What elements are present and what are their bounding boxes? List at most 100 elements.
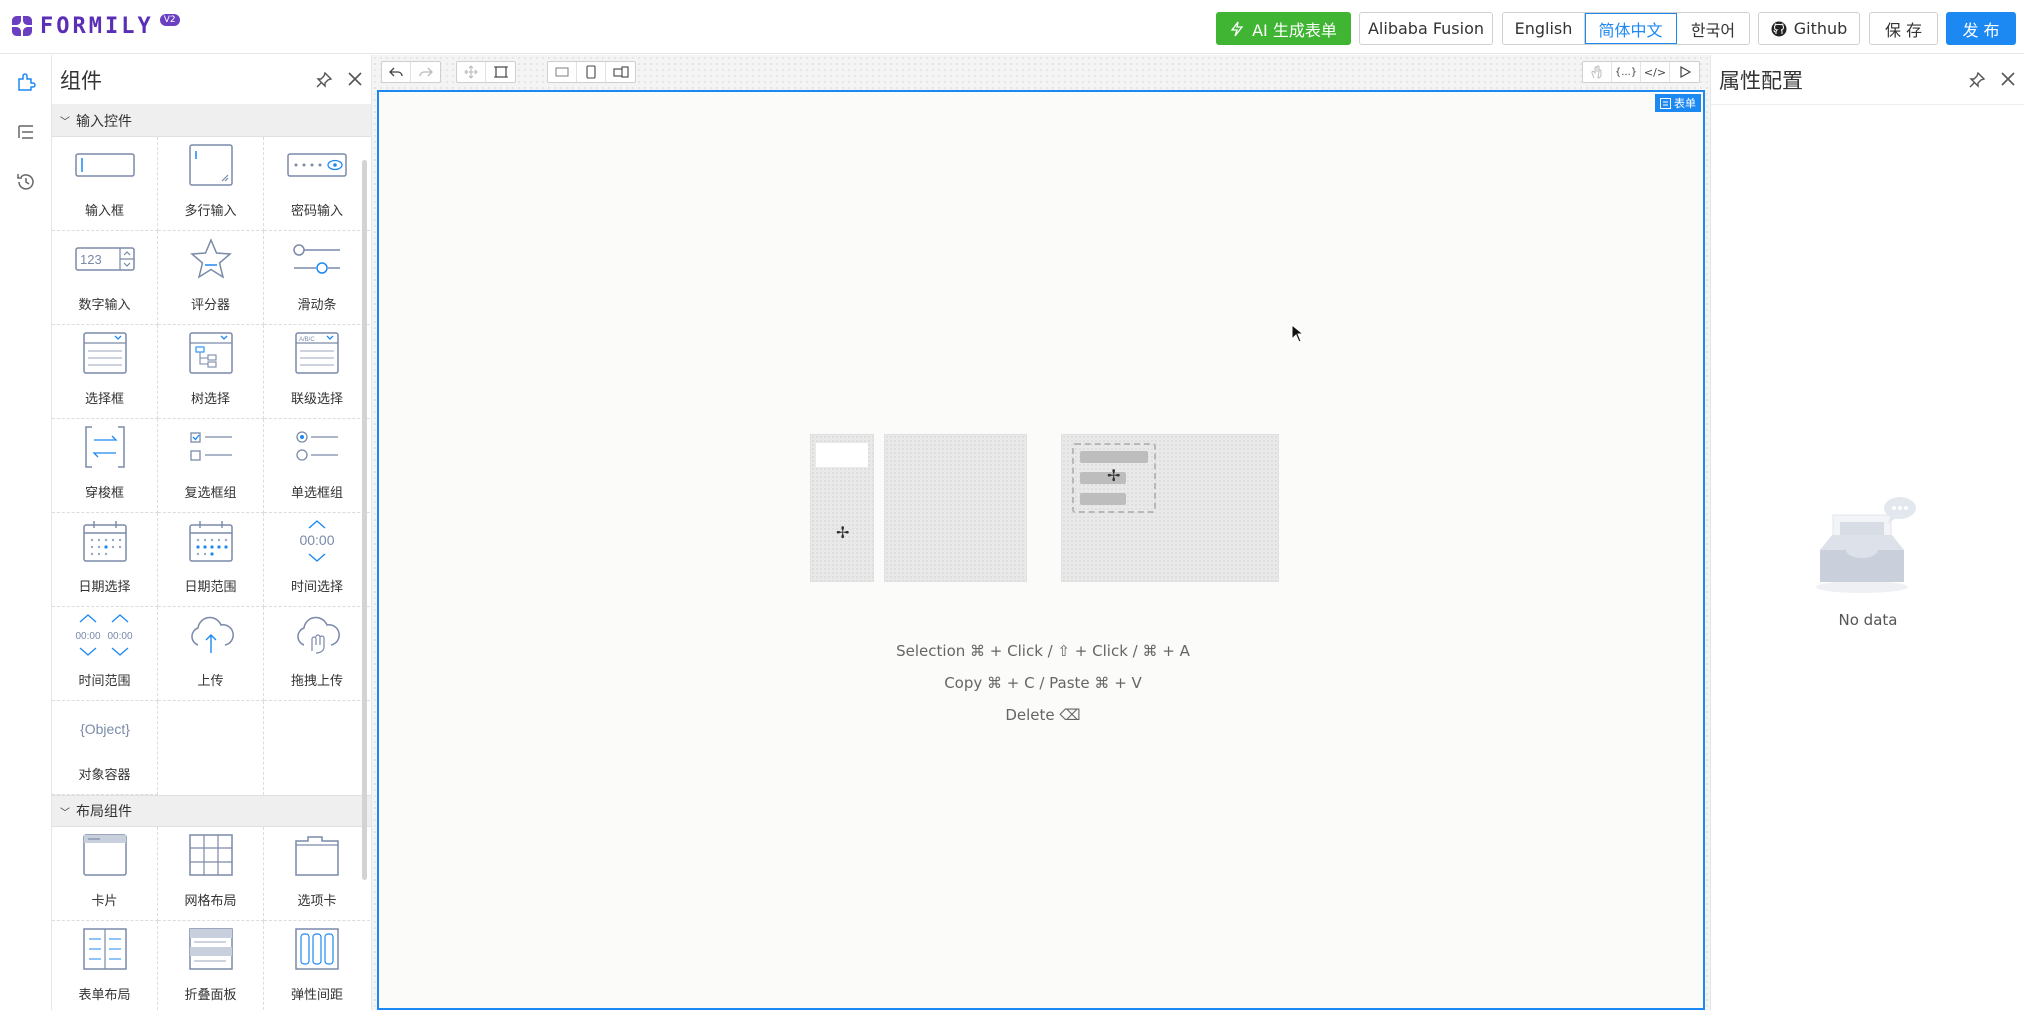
- json-view-button[interactable]: {...}: [1612, 62, 1641, 82]
- lang-korean[interactable]: 한국어: [1677, 13, 1749, 44]
- component-date-range[interactable]: 日期范围: [158, 513, 264, 607]
- hint-selection: Selection ⌘ + Click / ⇧ + Click / ⌘ + A: [896, 642, 1190, 660]
- component-slider[interactable]: 滑动条: [264, 231, 370, 325]
- component-form-layout[interactable]: 表单布局: [52, 921, 158, 1010]
- github-button[interactable]: Github: [1758, 12, 1860, 45]
- slider-icon: [286, 236, 348, 282]
- input-icon: [74, 142, 136, 188]
- view-controls: {...} </>: [1582, 61, 1700, 83]
- component-cascader[interactable]: A/B/C 联级选择: [264, 325, 370, 419]
- form-layout-icon: [74, 926, 136, 972]
- empty-cell: [264, 701, 370, 795]
- component-label: 表单布局: [78, 988, 131, 1003]
- selection-marquee: ✢: [1072, 443, 1156, 513]
- form-canvas[interactable]: 表单 ✢ ✢ Selection ⌘ + Click / ⇧ + Click /…: [377, 90, 1705, 1010]
- component-transfer[interactable]: 穿梭框: [52, 419, 158, 513]
- component-label: 输入框: [84, 204, 124, 219]
- placeholder-drop-area: [884, 434, 1027, 582]
- component-panel-header: 组件: [52, 55, 371, 105]
- component-label: 网格布局: [184, 894, 237, 909]
- time-range-icon: 00:00 00:00: [74, 612, 136, 658]
- checkbox-group-icon: [180, 424, 242, 470]
- move-tool-button[interactable]: [457, 62, 486, 82]
- component-time-range[interactable]: 00:00 00:00 时间范围: [52, 607, 158, 701]
- component-number[interactable]: 123 数字输入: [52, 231, 158, 325]
- component-radio-group[interactable]: 单选框组: [264, 419, 370, 513]
- component-label: 复选框组: [184, 486, 237, 501]
- code-icon: </>: [1643, 65, 1667, 79]
- svg-text:00:00: 00:00: [107, 631, 132, 642]
- fusion-button-label: Alibaba Fusion: [1367, 19, 1485, 38]
- mobile-screen-button[interactable]: [577, 62, 606, 82]
- publish-button[interactable]: 发 布: [1946, 12, 2016, 45]
- component-object[interactable]: {Object} 对象容器: [52, 701, 158, 795]
- undo-button[interactable]: [382, 62, 411, 82]
- activity-outline[interactable]: [13, 119, 39, 145]
- activity-history[interactable]: [13, 169, 39, 195]
- component-space[interactable]: 弹性间距: [264, 921, 370, 1010]
- save-button-label: 保 存: [1884, 20, 1923, 40]
- save-button[interactable]: 保 存: [1869, 12, 1938, 45]
- component-time-picker[interactable]: 00:00 时间选择: [264, 513, 370, 607]
- password-icon: [286, 142, 348, 188]
- lang-chinese[interactable]: 简体中文: [1585, 13, 1677, 44]
- group-title-layout-label: 布局组件: [76, 804, 132, 820]
- radio-group-icon: [286, 424, 348, 470]
- group-title-layout[interactable]: ﹀ 布局组件: [52, 795, 371, 827]
- component-grid[interactable]: 网格布局: [158, 827, 264, 921]
- component-checkbox-group[interactable]: 复选框组: [158, 419, 264, 513]
- panel-scrollbar[interactable]: [362, 160, 367, 880]
- component-label: 时间选择: [290, 580, 343, 595]
- history-icon: [17, 174, 34, 190]
- code-view-button[interactable]: </>: [1641, 62, 1670, 82]
- component-label: 卡片: [91, 894, 118, 909]
- pin-icon[interactable]: [1968, 71, 1986, 89]
- component-card[interactable]: 卡片: [52, 827, 158, 921]
- group-title-input[interactable]: ﹀ 输入控件: [52, 105, 371, 137]
- component-upload[interactable]: 上传: [158, 607, 264, 701]
- hint-delete: Delete ⌫: [1005, 706, 1081, 724]
- close-icon[interactable]: [347, 71, 363, 87]
- component-label: 时间范围: [78, 674, 131, 689]
- design-view-button[interactable]: [1583, 62, 1612, 82]
- activity-components[interactable]: [13, 69, 39, 95]
- date-range-icon: [180, 518, 242, 564]
- component-label: 折叠面板: [184, 988, 237, 1003]
- component-collapse[interactable]: 折叠面板: [158, 921, 264, 1010]
- publish-button-label: 发 布: [1962, 20, 2000, 40]
- component-password[interactable]: 密码输入: [264, 137, 370, 231]
- formily-logo[interactable]: FORMILY V2: [12, 13, 180, 39]
- mouse-pointer-icon: [1291, 324, 1305, 343]
- component-date-picker[interactable]: 日期选择: [52, 513, 158, 607]
- close-icon[interactable]: [2000, 71, 2016, 87]
- component-label: 滑动条: [297, 298, 337, 313]
- component-select[interactable]: 选择框: [52, 325, 158, 419]
- property-panel-header: 属性配置: [1711, 55, 2024, 105]
- component-label: 选择框: [84, 392, 124, 407]
- form-node-tag[interactable]: 表单: [1655, 94, 1701, 112]
- lang-english[interactable]: English: [1503, 13, 1585, 44]
- alibaba-fusion-button[interactable]: Alibaba Fusion: [1359, 12, 1493, 45]
- pc-screen-button[interactable]: [548, 62, 577, 82]
- select-icon: [74, 330, 136, 376]
- component-dragger-upload[interactable]: 拖拽上传: [264, 607, 370, 701]
- property-panel-title: 属性配置: [1719, 68, 1803, 93]
- empty-inbox-icon: [1816, 497, 1916, 593]
- app-header: FORMILY V2 AI 生成表单 Alibaba Fusion Englis…: [0, 0, 2024, 54]
- chevron-down-icon: ﹀: [60, 117, 70, 128]
- ai-generate-form-button[interactable]: AI 生成表单: [1216, 12, 1351, 45]
- logo-text: FORMILY: [40, 14, 154, 39]
- responsive-screen-button[interactable]: [606, 62, 635, 82]
- component-rate[interactable]: 评分器: [158, 231, 264, 325]
- component-label: 日期范围: [184, 580, 237, 595]
- history-controls: [381, 61, 441, 83]
- preview-button[interactable]: [1670, 62, 1699, 82]
- outline-tree-icon: [18, 125, 33, 139]
- component-input[interactable]: 输入框: [52, 137, 158, 231]
- component-textarea[interactable]: 多行输入: [158, 137, 264, 231]
- selection-tool-button[interactable]: [486, 62, 515, 82]
- redo-button[interactable]: [411, 62, 440, 82]
- component-tree-select[interactable]: 树选择: [158, 325, 264, 419]
- pin-icon[interactable]: [315, 71, 333, 89]
- component-tabs[interactable]: 选项卡: [264, 827, 370, 921]
